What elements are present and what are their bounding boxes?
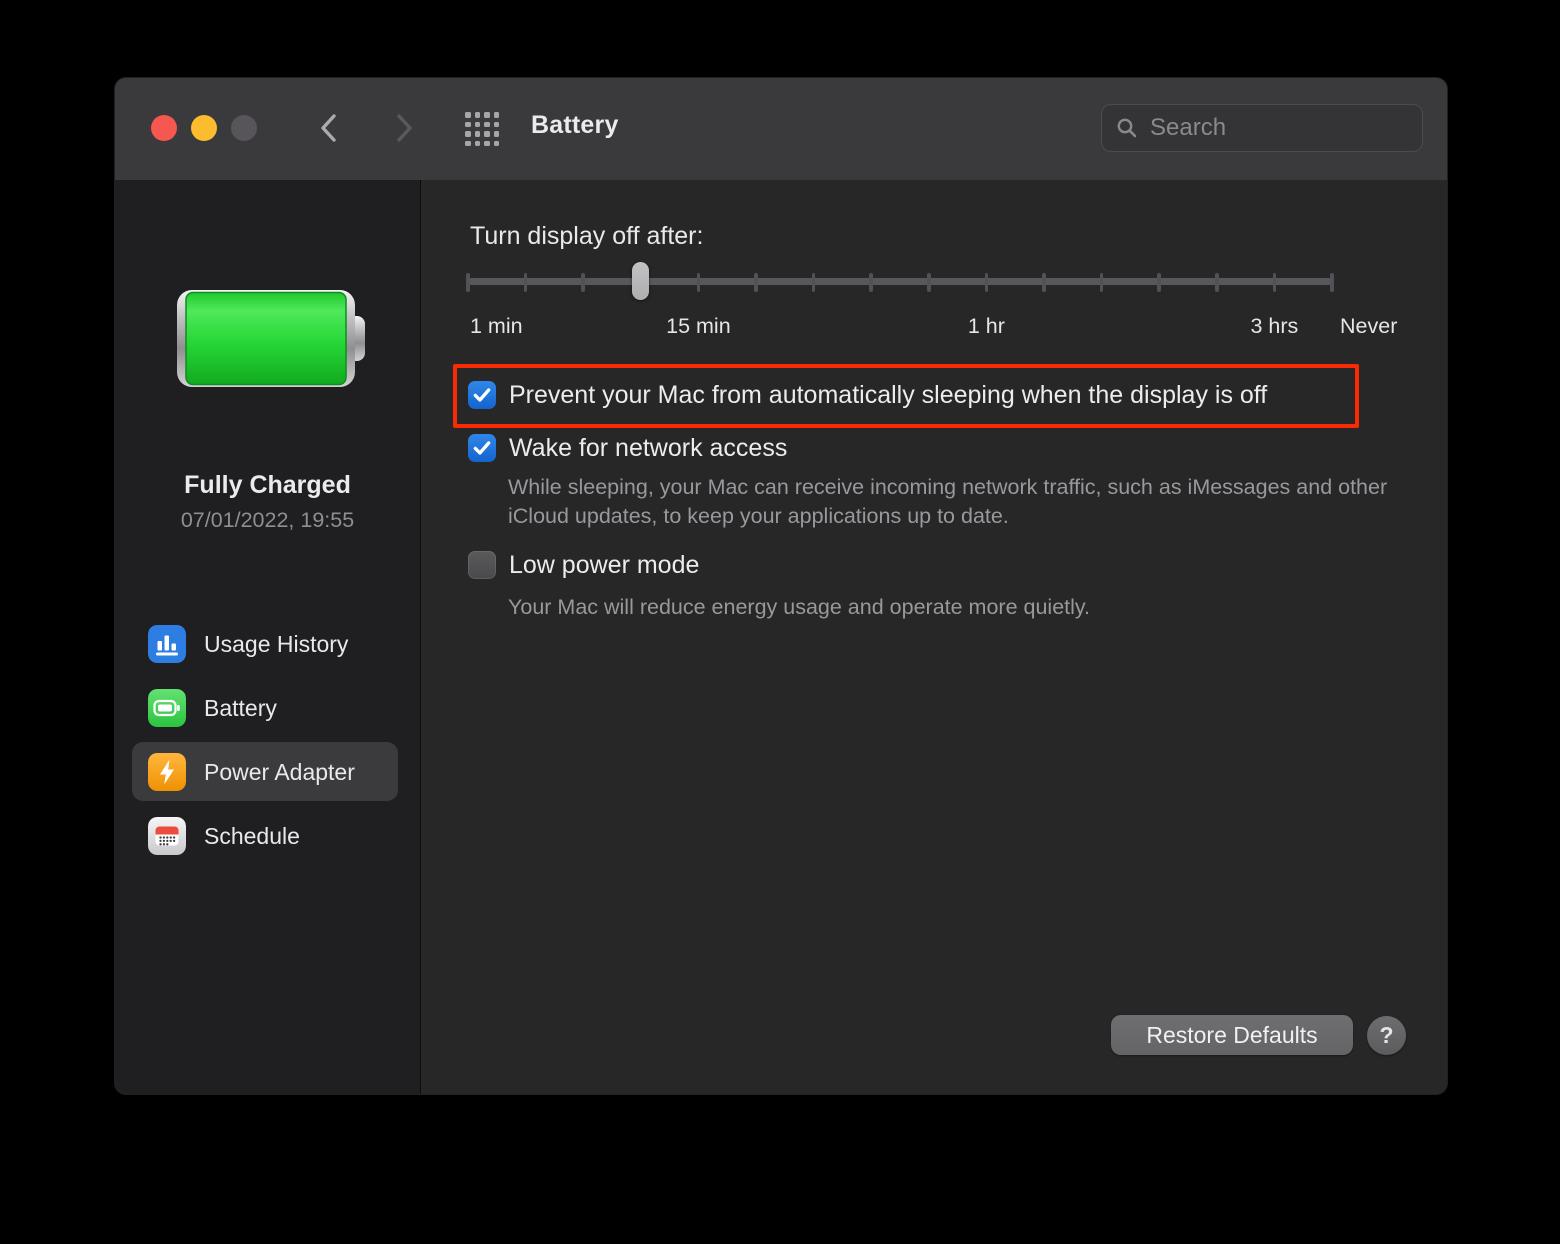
fullscreen-button-disabled: [231, 115, 257, 141]
show-all-grid-icon[interactable]: [465, 112, 499, 146]
low-power-label: Low power mode: [509, 550, 700, 579]
wake-network-label: Wake for network access: [509, 433, 788, 462]
slider-label-3hrs: 3 hrs: [1250, 314, 1299, 338]
slider-label-1min: 1 min: [470, 314, 523, 338]
wake-network-row: Wake for network access: [468, 432, 787, 464]
slider-label-15min: 15 min: [666, 314, 731, 338]
search-placeholder: Search: [1150, 114, 1227, 141]
slider-label-never: Never: [1340, 314, 1398, 338]
display-off-slider-label: Turn display off after:: [470, 222, 704, 250]
checkmark-icon: [473, 388, 491, 402]
slider-ticks: [466, 273, 1334, 292]
sidebar: Fully Charged 07/01/2022, 19:55 Usage Hi…: [115, 180, 421, 1094]
minimize-button[interactable]: [191, 115, 217, 141]
forward-button: [397, 114, 412, 142]
main-panel: Turn display off after: 1 min 15 min 1 h…: [421, 180, 1447, 1094]
wake-network-description: While sleeping, your Mac can receive inc…: [508, 475, 1388, 528]
low-power-row: Low power mode: [468, 549, 699, 581]
window-title: Battery: [531, 111, 619, 139]
sidebar-item-label: Power Adapter: [204, 758, 355, 785]
prevent-sleep-row: Prevent your Mac from automatically slee…: [468, 379, 1267, 411]
slider-label-1hr: 1 hr: [967, 314, 1005, 338]
battery-status-timestamp: 07/01/2022, 19:55: [180, 508, 355, 532]
back-button[interactable]: [317, 111, 341, 145]
sidebar-item-schedule[interactable]: Schedule: [148, 817, 300, 855]
prevent-sleep-label: Prevent your Mac from automatically slee…: [509, 380, 1268, 409]
sidebar-item-battery[interactable]: Battery: [148, 689, 277, 727]
calendar-icon: [148, 817, 186, 855]
sidebar-item-power-adapter[interactable]: Power Adapter: [148, 753, 355, 791]
restore-defaults-button[interactable]: Restore Defaults: [1111, 1015, 1353, 1055]
lightning-bolt-icon: [148, 753, 186, 791]
sidebar-item-usage-history[interactable]: Usage History: [148, 625, 348, 663]
title-bar: Battery Search: [115, 78, 1447, 181]
prevent-sleep-checkbox[interactable]: [468, 381, 496, 409]
low-power-description: Your Mac will reduce energy usage and op…: [508, 595, 1091, 619]
wake-network-checkbox[interactable]: [468, 434, 496, 462]
bar-chart-icon: [148, 625, 186, 663]
sidebar-item-label: Battery: [204, 694, 277, 721]
low-power-checkbox[interactable]: [468, 551, 496, 579]
help-button[interactable]: ?: [1367, 1016, 1406, 1055]
search-field[interactable]: Search: [1101, 104, 1423, 152]
battery-preferences-window: Battery Search Fully Charged 07/01/2022,…: [115, 78, 1447, 1094]
checkmark-icon: [473, 441, 491, 455]
close-button[interactable]: [151, 115, 177, 141]
battery-icon: [148, 689, 186, 727]
battery-level-image: [177, 290, 365, 387]
sidebar-item-label: Usage History: [204, 630, 349, 657]
sidebar-item-label: Schedule: [204, 822, 300, 849]
display-off-slider-thumb[interactable]: [632, 262, 650, 300]
battery-status-text: Fully Charged: [184, 471, 351, 499]
search-icon: [1117, 118, 1137, 138]
